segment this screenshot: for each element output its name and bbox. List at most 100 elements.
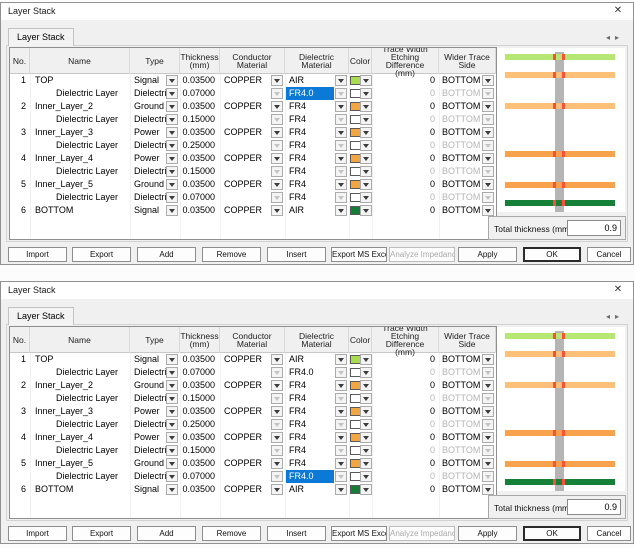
conductor-material-dropdown[interactable]: [271, 101, 283, 112]
layer-name-cell[interactable]: Dielectric Layer: [56, 444, 146, 457]
conductor-material-cell[interactable]: [224, 392, 270, 405]
type-dropdown[interactable]: [166, 75, 178, 86]
dielectric-material-cell[interactable]: FR4: [286, 418, 334, 431]
etching-difference-cell[interactable]: 0: [372, 457, 435, 470]
layer-name-cell[interactable]: Dielectric Layer: [56, 392, 146, 405]
color-dropdown[interactable]: [360, 471, 372, 482]
conductor-material-dropdown[interactable]: [271, 484, 283, 495]
wider-trace-side-cell[interactable]: BOTTOM: [442, 470, 484, 483]
thickness-cell[interactable]: 0.03500: [180, 379, 215, 392]
conductor-material-cell[interactable]: COPPER: [224, 431, 270, 444]
thickness-cell[interactable]: 0.03500: [180, 405, 215, 418]
conductor-material-dropdown[interactable]: [271, 114, 283, 125]
wider-trace-side-cell[interactable]: BOTTOM: [442, 392, 484, 405]
thickness-cell[interactable]: 0.07000: [180, 470, 215, 483]
dielectric-material-dropdown[interactable]: [335, 406, 347, 417]
color-dropdown[interactable]: [360, 419, 372, 430]
thickness-cell[interactable]: 0.03500: [180, 178, 215, 191]
thickness-cell[interactable]: 0.03500: [180, 74, 215, 87]
wider-trace-side-cell[interactable]: BOTTOM: [442, 353, 484, 366]
thickness-cell[interactable]: 0.15000: [180, 113, 215, 126]
conductor-material-cell[interactable]: [224, 139, 270, 152]
conductor-material-cell[interactable]: [224, 113, 270, 126]
layer-name-cell[interactable]: BOTTOM: [35, 204, 125, 217]
etching-difference-cell[interactable]: 0: [372, 379, 435, 392]
tab-scroll-arrows[interactable]: ◂▸: [606, 312, 624, 321]
dielectric-material-dropdown[interactable]: [335, 75, 347, 86]
conductor-material-cell[interactable]: COPPER: [224, 379, 270, 392]
conductor-material-dropdown[interactable]: [271, 127, 283, 138]
wider-trace-side-dropdown[interactable]: [482, 114, 494, 125]
color-dropdown[interactable]: [360, 484, 372, 495]
conductor-material-dropdown[interactable]: [271, 153, 283, 164]
thickness-cell[interactable]: 0.03500: [180, 204, 215, 217]
conductor-material-dropdown[interactable]: [271, 166, 283, 177]
conductor-material-dropdown[interactable]: [271, 419, 283, 430]
color-dropdown[interactable]: [360, 75, 372, 86]
thickness-cell[interactable]: 0.15000: [180, 165, 215, 178]
thickness-cell[interactable]: 0.07000: [180, 87, 215, 100]
close-icon[interactable]: ✕: [605, 282, 631, 299]
color-dropdown[interactable]: [360, 205, 372, 216]
layer-name-cell[interactable]: Inner_Layer_2: [35, 100, 125, 113]
thickness-cell[interactable]: 0.03500: [180, 152, 215, 165]
type-dropdown[interactable]: [166, 88, 178, 99]
wider-trace-side-cell[interactable]: BOTTOM: [442, 139, 484, 152]
export-button[interactable]: Export: [72, 247, 131, 262]
color-dropdown[interactable]: [360, 101, 372, 112]
type-dropdown[interactable]: [166, 484, 178, 495]
dielectric-material-dropdown[interactable]: [335, 140, 347, 151]
conductor-material-dropdown[interactable]: [271, 367, 283, 378]
color-dropdown[interactable]: [360, 380, 372, 391]
wider-trace-side-cell[interactable]: BOTTOM: [442, 74, 484, 87]
wider-trace-side-cell[interactable]: BOTTOM: [442, 165, 484, 178]
type-dropdown[interactable]: [166, 153, 178, 164]
dielectric-material-cell[interactable]: FR4: [286, 457, 334, 470]
wider-trace-side-cell[interactable]: BOTTOM: [442, 191, 484, 204]
dielectric-material-cell[interactable]: FR4: [286, 152, 334, 165]
thickness-cell[interactable]: 0.03500: [180, 100, 215, 113]
wider-trace-side-dropdown[interactable]: [482, 88, 494, 99]
wider-trace-side-cell[interactable]: BOTTOM: [442, 178, 484, 191]
wider-trace-side-dropdown[interactable]: [482, 153, 494, 164]
layer-name-cell[interactable]: Dielectric Layer: [56, 191, 146, 204]
type-dropdown[interactable]: [166, 166, 178, 177]
dielectric-material-cell[interactable]: FR4: [286, 139, 334, 152]
dielectric-material-cell[interactable]: FR4.0: [286, 366, 334, 379]
layer-name-cell[interactable]: Inner_Layer_4: [35, 431, 125, 444]
etching-difference-cell[interactable]: 0: [372, 100, 435, 113]
dielectric-material-dropdown[interactable]: [335, 484, 347, 495]
layer-name-cell[interactable]: Dielectric Layer: [56, 165, 146, 178]
close-icon[interactable]: ✕: [605, 3, 631, 20]
color-dropdown[interactable]: [360, 140, 372, 151]
type-dropdown[interactable]: [166, 393, 178, 404]
type-dropdown[interactable]: [166, 140, 178, 151]
dielectric-material-cell[interactable]: AIR: [286, 353, 334, 366]
layer-name-cell[interactable]: Inner_Layer_3: [35, 405, 125, 418]
type-dropdown[interactable]: [166, 406, 178, 417]
layer-name-cell[interactable]: Dielectric Layer: [56, 113, 146, 126]
conductor-material-cell[interactable]: COPPER: [224, 74, 270, 87]
thickness-cell[interactable]: 0.25000: [180, 418, 215, 431]
etching-difference-cell[interactable]: 0: [372, 178, 435, 191]
wider-trace-side-dropdown[interactable]: [482, 205, 494, 216]
etching-difference-cell[interactable]: 0: [372, 444, 435, 457]
layer-name-cell[interactable]: Inner_Layer_2: [35, 379, 125, 392]
import-button[interactable]: Import: [8, 526, 67, 541]
type-dropdown[interactable]: [166, 205, 178, 216]
layer-name-cell[interactable]: Dielectric Layer: [56, 470, 146, 483]
dielectric-material-dropdown[interactable]: [335, 393, 347, 404]
import-button[interactable]: Import: [8, 247, 67, 262]
etching-difference-cell[interactable]: 0: [372, 139, 435, 152]
dielectric-material-cell[interactable]: FR4: [286, 126, 334, 139]
etching-difference-cell[interactable]: 0: [372, 87, 435, 100]
wider-trace-side-cell[interactable]: BOTTOM: [442, 379, 484, 392]
etching-difference-cell[interactable]: 0: [372, 418, 435, 431]
dielectric-material-dropdown[interactable]: [335, 153, 347, 164]
dielectric-material-dropdown[interactable]: [335, 354, 347, 365]
thickness-cell[interactable]: 0.03500: [180, 353, 215, 366]
conductor-material-dropdown[interactable]: [271, 192, 283, 203]
color-dropdown[interactable]: [360, 354, 372, 365]
dielectric-material-dropdown[interactable]: [335, 205, 347, 216]
type-dropdown[interactable]: [166, 354, 178, 365]
